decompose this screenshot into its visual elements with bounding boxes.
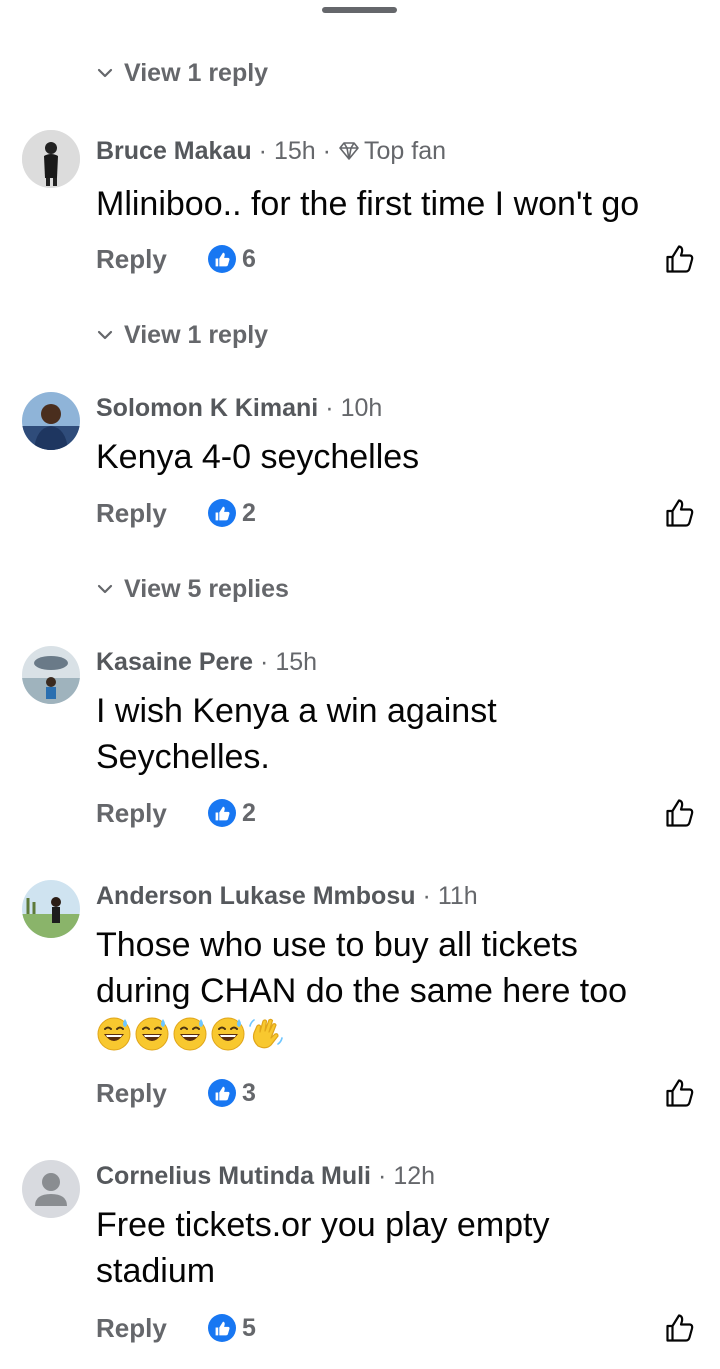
view-replies-link[interactable]: View 1 reply bbox=[96, 58, 268, 88]
sweat-smile-emoji bbox=[97, 1017, 131, 1051]
sweat-smile-emoji bbox=[135, 1017, 169, 1051]
comment-text-line: stadium bbox=[96, 1252, 216, 1290]
avatar[interactable] bbox=[22, 130, 80, 188]
comment-meta: Cornelius Mutinda Muli · 12h bbox=[96, 1161, 436, 1191]
comment-time: 11h bbox=[437, 881, 478, 910]
author-name[interactable]: Cornelius Mutinda Muli bbox=[96, 1162, 371, 1191]
comment-text: Kenya 4-0 seychelles bbox=[96, 438, 420, 476]
avatar[interactable] bbox=[22, 1160, 80, 1218]
like-count: 6 bbox=[242, 244, 256, 273]
comment-text-line: Free tickets.or you play empty bbox=[96, 1206, 550, 1244]
view-replies-label: View 1 reply bbox=[124, 58, 269, 87]
comment-time: 15h bbox=[273, 136, 316, 165]
reaction-summary[interactable]: 6 bbox=[208, 245, 256, 274]
chevron-down-icon bbox=[97, 330, 113, 340]
reply-button[interactable]: Reply bbox=[96, 498, 167, 529]
like-reaction-icon bbox=[208, 1079, 236, 1107]
like-reaction-icon bbox=[208, 1314, 236, 1342]
reply-button[interactable]: Reply bbox=[96, 1313, 167, 1344]
thumbs-up-icon[interactable] bbox=[664, 1312, 696, 1344]
comment-actions: Reply 5 bbox=[96, 1311, 696, 1345]
reply-button[interactable]: Reply bbox=[96, 1078, 167, 1109]
comment-actions: Reply 3 bbox=[96, 1076, 696, 1110]
comment-text: I wish Kenya a win against Seychelles. bbox=[96, 688, 706, 780]
reply-button[interactable]: Reply bbox=[96, 798, 167, 829]
comment-text: Free tickets.or you play empty stadium bbox=[96, 1202, 706, 1294]
view-replies-link[interactable]: View 1 reply bbox=[96, 320, 268, 350]
chevron-down-icon bbox=[97, 584, 113, 594]
top-fan-badge: Top fan bbox=[338, 137, 446, 166]
like-count: 5 bbox=[242, 1313, 256, 1342]
avatar[interactable] bbox=[22, 392, 80, 450]
reply-button[interactable]: Reply bbox=[96, 244, 167, 275]
like-reaction-icon bbox=[208, 799, 236, 827]
reaction-summary[interactable]: 5 bbox=[208, 1314, 256, 1343]
author-name[interactable]: Solomon K Kimani bbox=[96, 394, 318, 423]
sweat-smile-emoji bbox=[173, 1017, 207, 1051]
comment-actions: Reply 6 bbox=[96, 242, 696, 276]
sweat-smile-emoji bbox=[211, 1017, 245, 1051]
waving-hand-emoji bbox=[249, 1018, 283, 1049]
thumbs-up-icon[interactable] bbox=[664, 1077, 696, 1109]
avatar[interactable] bbox=[22, 646, 80, 704]
comment-meta: Kasaine Pere · 15h bbox=[96, 647, 318, 677]
comment-text-line: Those who use to buy all tickets bbox=[96, 926, 578, 964]
thumbs-up-icon[interactable] bbox=[664, 243, 696, 275]
comment-text: Those who use to buy all tickets during … bbox=[96, 922, 706, 1052]
comment-text: Mliniboo.. for the first time I won't go bbox=[96, 185, 640, 223]
like-count: 3 bbox=[242, 1078, 256, 1107]
comment-time: 15h bbox=[275, 647, 318, 676]
author-name[interactable]: Bruce Makau bbox=[96, 137, 252, 166]
diamond-icon bbox=[339, 142, 359, 160]
comment-actions: Reply 2 bbox=[96, 796, 696, 830]
chevron-down-icon bbox=[97, 68, 113, 78]
comment-meta: Bruce Makau · 15h · Top fan bbox=[96, 136, 447, 166]
comment-meta: Anderson Lukase Mmbosu · 11h bbox=[96, 881, 478, 911]
comment-text-line: during CHAN do the same here too bbox=[96, 972, 628, 1010]
view-replies-label: View 1 reply bbox=[124, 320, 269, 349]
comment-text-line: Seychelles. bbox=[96, 738, 270, 776]
author-name[interactable]: Kasaine Pere bbox=[96, 648, 253, 677]
thumbs-up-icon[interactable] bbox=[664, 497, 696, 529]
comment-text-line: I wish Kenya a win against bbox=[96, 692, 497, 730]
author-name[interactable]: Anderson Lukase Mmbosu bbox=[96, 882, 416, 911]
comments-sheet: View 1 reply Bruce Makau · 15h · Top fan… bbox=[0, 0, 720, 1369]
like-reaction-icon bbox=[208, 245, 236, 273]
comment-actions: Reply 2 bbox=[96, 496, 696, 530]
like-count: 2 bbox=[242, 798, 256, 827]
view-replies-label: View 5 replies bbox=[124, 574, 289, 603]
reaction-summary[interactable]: 3 bbox=[208, 1079, 256, 1108]
avatar[interactable] bbox=[22, 880, 80, 938]
thumbs-up-icon[interactable] bbox=[664, 797, 696, 829]
like-count: 2 bbox=[242, 498, 256, 527]
emoji-row bbox=[96, 1016, 706, 1052]
reaction-summary[interactable]: 2 bbox=[208, 799, 256, 828]
comment-time: 12h bbox=[393, 1161, 436, 1190]
comment-meta: Solomon K Kimani · 10h bbox=[96, 393, 383, 423]
sheet-drag-handle[interactable] bbox=[322, 7, 397, 13]
comment-time: 10h bbox=[340, 393, 383, 422]
like-reaction-icon bbox=[208, 499, 236, 527]
view-replies-link[interactable]: View 5 replies bbox=[96, 574, 289, 604]
reaction-summary[interactable]: 2 bbox=[208, 499, 256, 528]
